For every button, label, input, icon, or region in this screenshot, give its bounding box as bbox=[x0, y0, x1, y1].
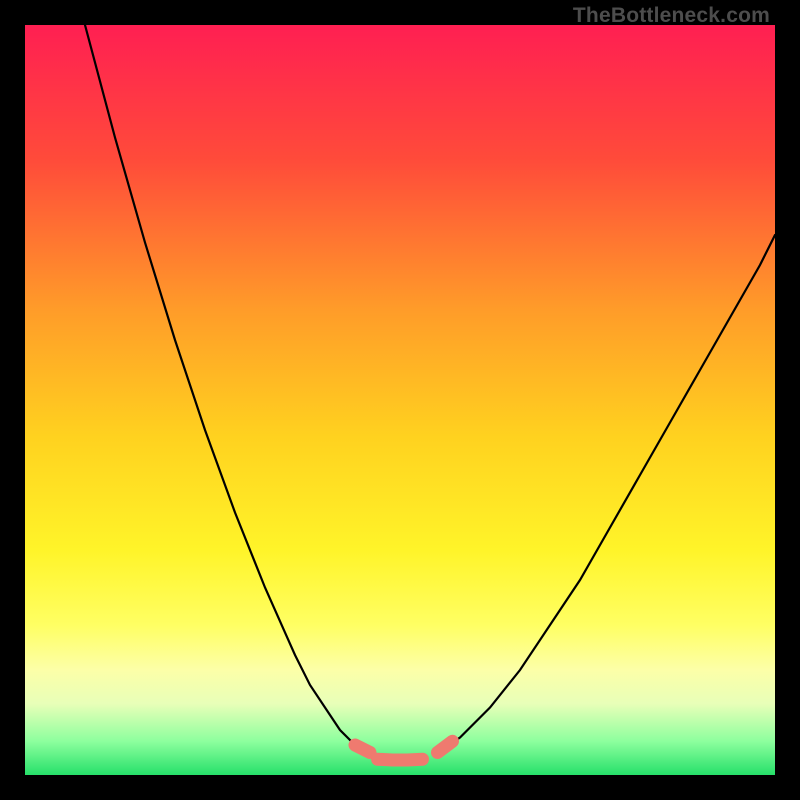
bottleneck-chart bbox=[25, 25, 775, 775]
bottom-mark-mid bbox=[378, 759, 423, 760]
bottom-mark-left bbox=[355, 745, 370, 753]
bottom-mark-right bbox=[438, 741, 453, 752]
gradient-background bbox=[25, 25, 775, 775]
watermark-text: TheBottleneck.com bbox=[573, 4, 770, 28]
outer-frame: TheBottleneck.com bbox=[0, 0, 800, 800]
plot-area bbox=[25, 25, 775, 775]
